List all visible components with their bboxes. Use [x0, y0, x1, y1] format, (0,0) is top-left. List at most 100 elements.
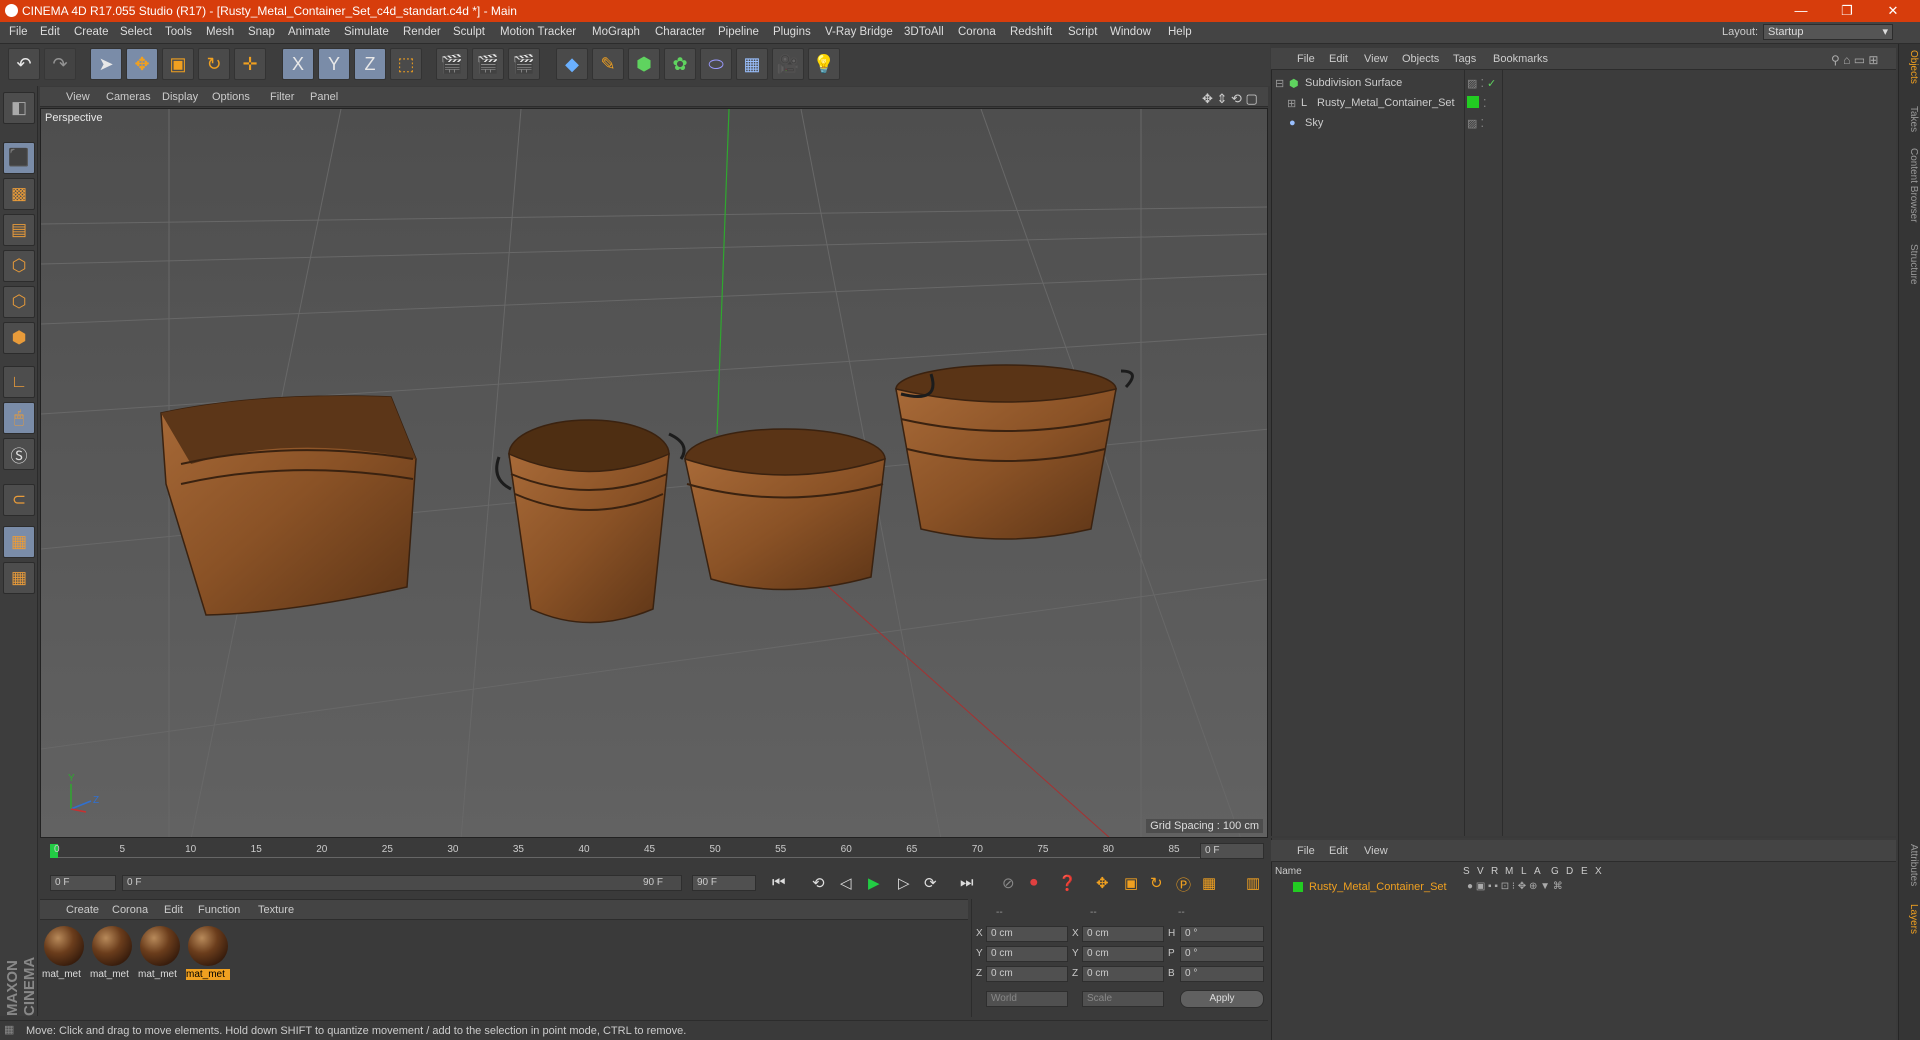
material-swatch[interactable]: mat_met: [138, 924, 182, 984]
tweak-mode-button[interactable]: 🖱: [3, 402, 35, 434]
rotation-h-field[interactable]: 0 °: [1180, 926, 1264, 942]
visibility-dots[interactable]: ▨ ⁚ ✓: [1467, 77, 1496, 90]
next-frame-icon[interactable]: ▷: [898, 874, 910, 892]
material-menu-function[interactable]: Function: [198, 904, 240, 916]
timeline-ruler[interactable]: [50, 844, 1236, 858]
spline-pen-button[interactable]: ✎: [592, 48, 624, 80]
viewport-menu-display[interactable]: Display: [162, 91, 198, 103]
timeline-window-icon[interactable]: ▥: [1246, 874, 1260, 892]
visibility-dots[interactable]: ⁚: [1483, 97, 1487, 110]
collapse-icon[interactable]: ⊟: [1275, 77, 1284, 90]
cube-object-button[interactable]: ◆: [556, 48, 588, 80]
menu-select[interactable]: Select: [120, 26, 152, 38]
object-menu-bookmarks[interactable]: Bookmarks: [1493, 53, 1548, 65]
menu-help[interactable]: Help: [1168, 26, 1192, 38]
coordinate-mode-select[interactable]: World: [986, 991, 1068, 1007]
redo-button[interactable]: ↷: [44, 48, 76, 80]
menu-edit[interactable]: Edit: [40, 26, 60, 38]
floor-button[interactable]: ▦: [736, 48, 768, 80]
preview-range-slider[interactable]: 0 F 90 F: [122, 875, 682, 891]
menu-tools[interactable]: Tools: [165, 26, 192, 38]
cloner-button[interactable]: ✿: [664, 48, 696, 80]
goto-end-icon[interactable]: ⏭: [960, 874, 974, 891]
menu-simulate[interactable]: Simulate: [344, 26, 389, 38]
tab-objects[interactable]: Objects: [1901, 50, 1919, 84]
make-editable-button[interactable]: ◧: [3, 92, 35, 124]
menu-script[interactable]: Script: [1068, 26, 1097, 38]
axis-mode-button[interactable]: ∟: [3, 366, 35, 398]
position-z-field[interactable]: 0 cm: [986, 966, 1068, 982]
goto-start-icon[interactable]: ⏮: [772, 874, 786, 891]
position-x-field[interactable]: 0 cm: [986, 926, 1068, 942]
prev-frame-icon[interactable]: ◁: [840, 874, 852, 892]
tab-content-browser[interactable]: Content Browser: [1901, 148, 1919, 222]
workplane-lock-button[interactable]: ▦: [3, 526, 35, 558]
subdivision-surface-button[interactable]: ⬢: [628, 48, 660, 80]
tab-takes[interactable]: Takes: [1901, 106, 1919, 132]
live-selection-button[interactable]: ➤: [90, 48, 122, 80]
render-picture-viewer-button[interactable]: 🎬: [472, 48, 504, 80]
material-swatch-selected[interactable]: mat_met: [186, 924, 230, 984]
menu-mograph[interactable]: MoGraph: [592, 26, 640, 38]
layer-menu-edit[interactable]: Edit: [1329, 845, 1348, 857]
viewport-menu-cameras[interactable]: Cameras: [106, 91, 151, 103]
render-settings-button[interactable]: 🎬: [508, 48, 540, 80]
object-menu-objects[interactable]: Objects: [1402, 53, 1439, 65]
play-icon[interactable]: ▶: [868, 874, 880, 892]
position-y-field[interactable]: 0 cm: [986, 946, 1068, 962]
size-mode-select[interactable]: Scale: [1082, 991, 1164, 1007]
menu-vray-bridge[interactable]: V-Ray Bridge: [825, 26, 893, 38]
menu-corona[interactable]: Corona: [958, 26, 996, 38]
recent-tool-button[interactable]: ✛: [234, 48, 266, 80]
camera-button[interactable]: 🎥: [772, 48, 804, 80]
key-scale-icon[interactable]: ▣: [1124, 874, 1138, 892]
search-icon[interactable]: ⚲ ⌂ ▭ ⊞: [1831, 53, 1878, 67]
menu-create[interactable]: Create: [74, 26, 109, 38]
material-menu-corona[interactable]: Corona: [112, 904, 148, 916]
rotation-b-field[interactable]: 0 °: [1180, 966, 1264, 982]
scale-tool-button[interactable]: ▣: [162, 48, 194, 80]
viewport-menu-filter[interactable]: Filter: [270, 91, 294, 103]
menu-render[interactable]: Render: [403, 26, 441, 38]
light-button[interactable]: 💡: [808, 48, 840, 80]
layout-select[interactable]: Startup ▾: [1763, 24, 1893, 40]
menu-3dtoall[interactable]: 3DToAll: [904, 26, 944, 38]
object-menu-tags[interactable]: Tags: [1453, 53, 1476, 65]
viewport-nav-icons[interactable]: ✥ ⇕ ⟲ ▢: [1202, 91, 1258, 107]
menu-pipeline[interactable]: Pipeline: [718, 26, 759, 38]
layer-menu-file[interactable]: File: [1297, 845, 1315, 857]
move-tool-button[interactable]: ✥: [126, 48, 158, 80]
record-icon[interactable]: ⏺: [1030, 874, 1038, 891]
next-key-icon[interactable]: ⟳: [924, 874, 937, 892]
layer-menu-view[interactable]: View: [1364, 845, 1388, 857]
apply-button[interactable]: Apply: [1180, 990, 1264, 1008]
points-mode-button[interactable]: ⬡: [3, 250, 35, 282]
menu-sculpt[interactable]: Sculpt: [453, 26, 485, 38]
menu-mesh[interactable]: Mesh: [206, 26, 234, 38]
expand-icon[interactable]: ⊞: [1287, 97, 1296, 110]
workplane-mode-button[interactable]: ▤: [3, 214, 35, 246]
key-position-icon[interactable]: ✥: [1096, 874, 1109, 892]
viewport-menu-panel[interactable]: Panel: [310, 91, 338, 103]
current-frame-field[interactable]: 0 F: [1200, 843, 1264, 859]
menu-character[interactable]: Character: [655, 26, 706, 38]
menu-file[interactable]: File: [9, 26, 28, 38]
material-menu-edit[interactable]: Edit: [164, 904, 183, 916]
solo-button[interactable]: Ⓢ: [3, 438, 35, 470]
object-menu-file[interactable]: File: [1297, 53, 1315, 65]
coordinate-system-button[interactable]: ⬚: [390, 48, 422, 80]
axis-z-button[interactable]: Z: [354, 48, 386, 80]
material-swatch[interactable]: mat_met: [42, 924, 86, 984]
close-button[interactable]: ✕: [1870, 2, 1916, 20]
undo-button[interactable]: ↶: [8, 48, 40, 80]
viewport-perspective[interactable]: Y Z Perspective Grid Spacing : 100 cm: [40, 108, 1268, 838]
visibility-dots[interactable]: ▨ ⁚: [1467, 117, 1484, 130]
rotate-tool-button[interactable]: ↻: [198, 48, 230, 80]
key-rotation-icon[interactable]: ↻: [1150, 874, 1163, 892]
viewport-menu-options[interactable]: Options: [212, 91, 250, 103]
tab-attributes[interactable]: Attributes: [1901, 844, 1919, 886]
menu-animate[interactable]: Animate: [288, 26, 330, 38]
deformer-button[interactable]: ⬭: [700, 48, 732, 80]
menu-redshift[interactable]: Redshift: [1010, 26, 1052, 38]
start-frame-field[interactable]: 0 F: [50, 875, 116, 891]
